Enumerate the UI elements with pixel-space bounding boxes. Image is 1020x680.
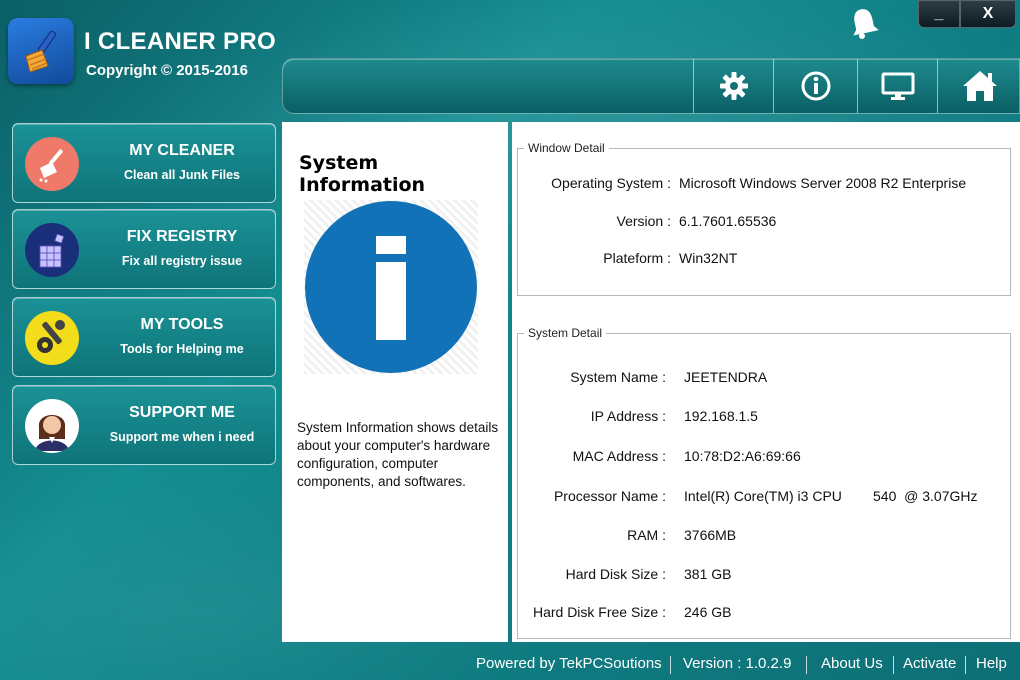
window-controls: _ X: [918, 0, 1016, 28]
info-icon: [801, 71, 830, 101]
about-us-link[interactable]: About Us: [821, 655, 883, 672]
activate-link[interactable]: Activate: [903, 655, 956, 672]
sidebar-item-support-me[interactable]: SUPPORT ME Support me when i need: [12, 385, 276, 465]
detail-value: 246 GB: [684, 604, 732, 620]
notification-bell-icon[interactable]: [848, 6, 880, 40]
sidebar-item-title: SUPPORT ME: [129, 404, 235, 421]
detail-value: Win32NT: [679, 250, 738, 266]
help-link[interactable]: Help: [976, 655, 1007, 672]
sidebar-item-title: MY CLEANER: [129, 142, 235, 159]
system-info-button[interactable]: [857, 59, 937, 113]
status-divider: [965, 656, 966, 674]
sidebar-item-subtitle: Support me when i need: [109, 430, 255, 444]
home-icon: [962, 71, 997, 101]
registry-cubes-icon: [25, 223, 79, 277]
system-detail-group: System Detail System Name : JEETENDRA IP…: [517, 326, 1011, 639]
detail-label: System Name :: [570, 369, 666, 385]
group-legend: Window Detail: [524, 141, 609, 155]
detail-label: Hard Disk Size :: [565, 566, 666, 582]
detail-label: MAC Address :: [572, 448, 666, 464]
panel-title: System Information: [299, 152, 426, 196]
detail-value: 192.168.1.5: [684, 408, 758, 424]
sidebar-item-my-tools[interactable]: MY TOOLS Tools for Helping me: [12, 297, 276, 377]
detail-label: IP Address :: [590, 408, 666, 424]
wrench-gear-icon: [25, 311, 79, 365]
detail-label: Plateform :: [603, 250, 671, 266]
status-bar: Powered by TekPCSoutions Version : 1.0.2…: [0, 650, 1020, 678]
detail-value: 381 GB: [684, 566, 732, 582]
gear-icon: [719, 72, 748, 100]
detail-panel: Window Detail Operating System : Microso…: [512, 122, 1020, 642]
info-button[interactable]: [773, 59, 857, 113]
detail-value: 6.1.7601.65536: [679, 213, 777, 229]
home-button[interactable]: [937, 59, 1020, 113]
minimize-button[interactable]: _: [918, 0, 960, 28]
detail-label: Hard Disk Free Size :: [532, 604, 666, 620]
detail-label: Operating System :: [551, 175, 671, 191]
detail-label: Processor Name :: [553, 488, 666, 504]
detail-value: 3766MB: [684, 527, 737, 543]
detail-value: Microsoft Windows Server 2008 R2 Enterpr…: [679, 175, 967, 191]
app-logo-icon: [8, 18, 74, 84]
detail-value: 10:78:D2:A6:69:66: [684, 448, 801, 464]
top-toolbar: [282, 58, 1020, 114]
system-information-panel: System Information System Information sh…: [282, 122, 508, 642]
app-title: I CLEANER PRO: [84, 28, 276, 55]
info-graphic-icon: [304, 200, 478, 374]
powered-by-text: Powered by TekPCSoutions: [476, 655, 662, 672]
status-divider: [670, 656, 671, 674]
sidebar-item-subtitle: Tools for Helping me: [120, 342, 244, 356]
support-agent-icon: [25, 399, 79, 453]
sidebar-item-subtitle: Clean all Junk Files: [123, 168, 240, 182]
broom-icon: [25, 137, 79, 191]
settings-button[interactable]: [693, 59, 773, 113]
sidebar-item-title: FIX REGISTRY: [126, 228, 238, 245]
sidebar-item-fix-registry[interactable]: FIX REGISTRY Fix all registry issue: [12, 209, 276, 289]
status-divider: [893, 656, 894, 674]
sidebar-item-subtitle: Fix all registry issue: [121, 254, 243, 268]
status-divider: [806, 656, 807, 674]
close-button[interactable]: X: [960, 0, 1016, 28]
version-text: Version : 1.0.2.9: [683, 655, 792, 672]
detail-label: Version :: [616, 213, 671, 229]
detail-value: JEETENDRA: [684, 369, 768, 385]
group-legend: System Detail: [524, 326, 607, 340]
sidebar-item-title: MY TOOLS: [140, 316, 224, 333]
copyright-text: Copyright © 2015-2016: [86, 62, 248, 79]
detail-label: RAM :: [627, 527, 666, 543]
window-detail-group: Window Detail Operating System : Microso…: [517, 141, 1011, 296]
sidebar-item-my-cleaner[interactable]: MY CLEANER Clean all Junk Files: [12, 123, 276, 203]
detail-value: Intel(R) Core(TM) i3 CPU 540 @ 3.07GHz: [684, 488, 978, 504]
monitor-icon: [881, 72, 914, 100]
panel-description: System Information shows details about y…: [297, 420, 499, 489]
